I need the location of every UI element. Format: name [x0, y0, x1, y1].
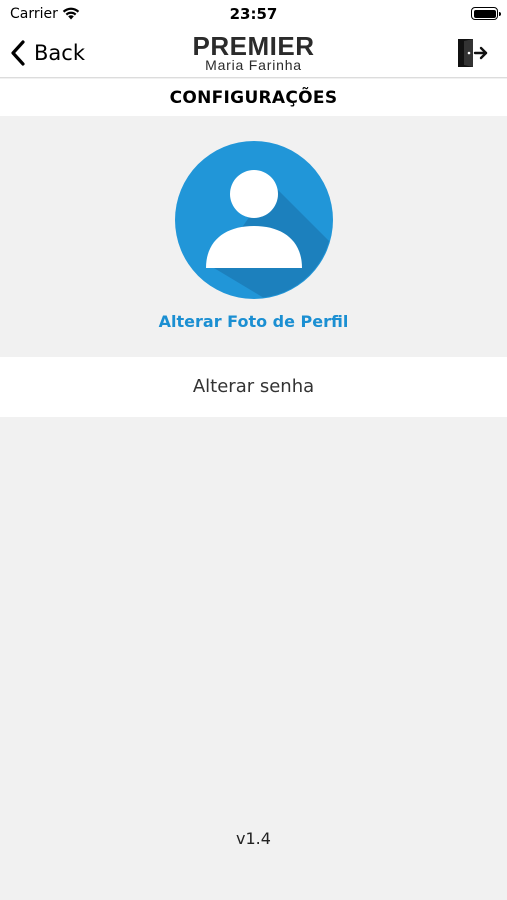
status-bar: Carrier 23:57 — [0, 0, 507, 28]
logout-icon[interactable] — [455, 36, 489, 70]
app-logo: PREMIER Maria Farinha — [0, 33, 507, 72]
profile-section: Alterar Foto de Perfil — [0, 116, 507, 356]
navigation-bar: Back PREMIER Maria Farinha — [0, 28, 507, 78]
battery-icon — [471, 7, 501, 20]
change-password-label: Alterar senha — [192, 376, 315, 397]
app-version: v1.4 — [236, 829, 271, 848]
logo-subtitle: Maria Farinha — [205, 57, 302, 73]
page-title: CONFIGURAÇÕES — [169, 88, 338, 108]
status-time: 23:57 — [229, 5, 278, 23]
avatar-icon[interactable] — [174, 140, 334, 300]
change-password-button[interactable]: Alterar senha — [0, 357, 507, 417]
section-header: CONFIGURAÇÕES — [0, 79, 507, 116]
logo-title: PREMIER — [192, 31, 315, 61]
change-photo-link[interactable]: Alterar Foto de Perfil — [0, 312, 507, 331]
